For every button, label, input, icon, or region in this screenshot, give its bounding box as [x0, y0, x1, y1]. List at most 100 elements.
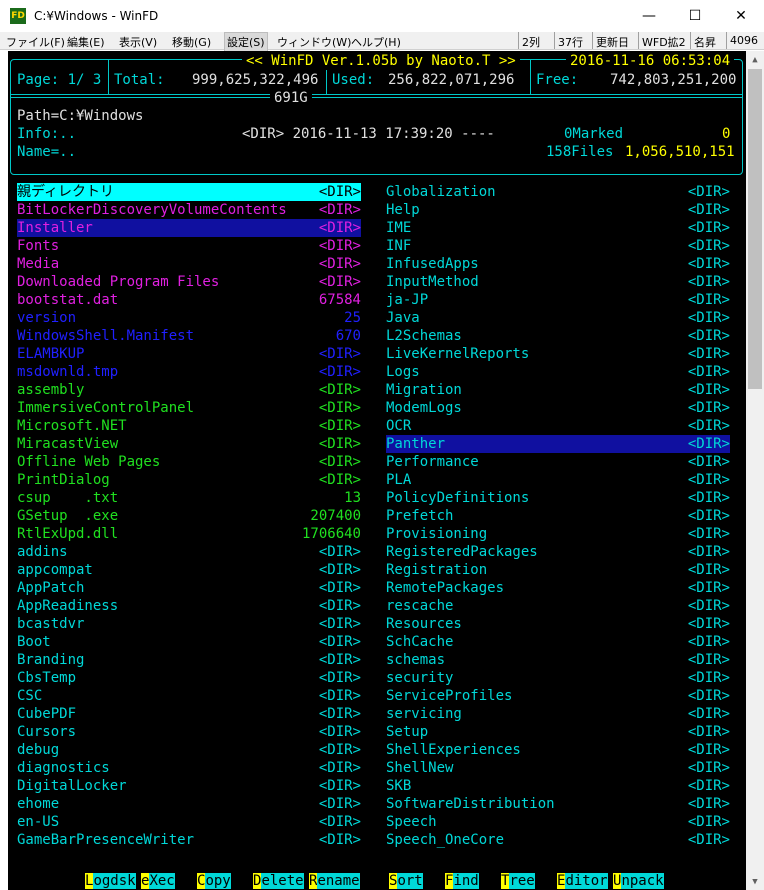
file-row[interactable]: rescache <DIR> — [386, 597, 730, 615]
file-row[interactable]: ShellNew <DIR> — [386, 759, 730, 777]
file-row[interactable]: servicing <DIR> — [386, 705, 730, 723]
function-key-logdsk[interactable]: Logdsk — [85, 872, 136, 890]
file-row[interactable]: appcompat <DIR> — [17, 561, 361, 579]
file-row[interactable]: IME <DIR> — [386, 219, 730, 237]
file-row[interactable]: AppReadiness <DIR> — [17, 597, 361, 615]
function-key-ex[interactable]: eXec — [141, 872, 175, 890]
file-row[interactable]: BitLockerDiscoveryVolumeContents <DIR> — [17, 201, 361, 219]
function-key-rename[interactable]: Rename — [309, 872, 360, 890]
file-row[interactable]: Installer <DIR> — [17, 219, 361, 237]
file-name: BitLockerDiscoveryVolumeContents — [17, 202, 287, 218]
maximize-button[interactable]: ☐ — [672, 0, 718, 32]
scroll-down-arrow-icon[interactable]: ▼ — [746, 873, 764, 890]
file-row[interactable]: ImmersiveControlPanel <DIR> — [17, 399, 361, 417]
scroll-up-arrow-icon[interactable]: ▲ — [746, 51, 764, 68]
file-row[interactable]: SKB <DIR> — [386, 777, 730, 795]
file-row[interactable]: MiracastView <DIR> — [17, 435, 361, 453]
file-row[interactable]: InputMethod <DIR> — [386, 273, 730, 291]
file-row[interactable]: Speech_OneCore <DIR> — [386, 831, 730, 849]
file-row[interactable]: bcastdvr <DIR> — [17, 615, 361, 633]
file-row[interactable]: INF <DIR> — [386, 237, 730, 255]
file-row[interactable]: GameBarPresenceWriter <DIR> — [17, 831, 361, 849]
file-row[interactable]: Branding <DIR> — [17, 651, 361, 669]
file-row[interactable]: CubePDF <DIR> — [17, 705, 361, 723]
file-row[interactable]: addins <DIR> — [17, 543, 361, 561]
file-row[interactable]: ehome <DIR> — [17, 795, 361, 813]
winfd-app-icon[interactable]: FD — [10, 8, 26, 24]
vertical-scrollbar[interactable]: ▲ ▼ — [746, 51, 764, 890]
file-row[interactable]: 親ディレクトリ <DIR> — [17, 183, 361, 201]
file-row[interactable]: Downloaded Program Files <DIR> — [17, 273, 361, 291]
file-row[interactable]: PLA <DIR> — [386, 471, 730, 489]
file-row[interactable]: Speech <DIR> — [386, 813, 730, 831]
file-row[interactable]: GSetup .exe 207400 — [17, 507, 361, 525]
file-row[interactable]: Prefetch <DIR> — [386, 507, 730, 525]
function-key-tree[interactable]: Tree — [501, 872, 535, 890]
file-row[interactable]: Offline Web Pages <DIR> — [17, 453, 361, 471]
file-row[interactable]: L2Schemas <DIR> — [386, 327, 730, 345]
file-row[interactable]: Panther <DIR> — [386, 435, 730, 453]
file-row[interactable]: Cursors <DIR> — [17, 723, 361, 741]
file-row[interactable]: LiveKernelReports <DIR> — [386, 345, 730, 363]
file-row[interactable]: CSC <DIR> — [17, 687, 361, 705]
file-row[interactable]: PolicyDefinitions <DIR> — [386, 489, 730, 507]
menu-window[interactable]: ウィンドウ(W) — [277, 34, 351, 50]
file-row[interactable]: Setup <DIR> — [386, 723, 730, 741]
file-row[interactable]: AppPatch <DIR> — [17, 579, 361, 597]
function-key-unpack[interactable]: Unpack — [613, 872, 664, 890]
file-row[interactable]: RemotePackages <DIR> — [386, 579, 730, 597]
file-row[interactable]: Provisioning <DIR> — [386, 525, 730, 543]
file-row[interactable]: assembly <DIR> — [17, 381, 361, 399]
file-row[interactable]: security <DIR> — [386, 669, 730, 687]
file-row[interactable]: ELAMBKUP <DIR> — [17, 345, 361, 363]
file-row[interactable]: Globalization <DIR> — [386, 183, 730, 201]
file-row[interactable]: DigitalLocker <DIR> — [17, 777, 361, 795]
menu-edit[interactable]: 編集(E) — [67, 34, 105, 50]
menu-help[interactable]: ヘルプ(H) — [351, 34, 401, 50]
file-row[interactable]: WindowsShell.Manifest 670 — [17, 327, 361, 345]
file-row[interactable]: Microsoft.NET <DIR> — [17, 417, 361, 435]
function-key-editor[interactable]: Editor — [557, 872, 608, 890]
file-row[interactable]: Resources <DIR> — [386, 615, 730, 633]
file-row[interactable]: en-US <DIR> — [17, 813, 361, 831]
function-key-find[interactable]: Find — [445, 872, 479, 890]
file-row[interactable]: Migration <DIR> — [386, 381, 730, 399]
file-row[interactable]: OCR <DIR> — [386, 417, 730, 435]
file-row[interactable]: RegisteredPackages <DIR> — [386, 543, 730, 561]
file-row[interactable]: diagnostics <DIR> — [17, 759, 361, 777]
file-row[interactable]: CbsTemp <DIR> — [17, 669, 361, 687]
file-row[interactable]: PrintDialog <DIR> — [17, 471, 361, 489]
file-row[interactable]: Performance <DIR> — [386, 453, 730, 471]
function-key-sort[interactable]: Sort — [389, 872, 423, 890]
menu-settings[interactable]: 設定(S) — [224, 32, 268, 52]
file-row[interactable]: csup .txt 13 — [17, 489, 361, 507]
function-key-delete[interactable]: Delete — [253, 872, 304, 890]
file-row[interactable]: ja-JP <DIR> — [386, 291, 730, 309]
menu-go[interactable]: 移動(G) — [172, 34, 211, 50]
file-row[interactable]: Registration <DIR> — [386, 561, 730, 579]
file-row[interactable]: Boot <DIR> — [17, 633, 361, 651]
file-row[interactable]: version 25 — [17, 309, 361, 327]
file-row[interactable]: InfusedApps <DIR> — [386, 255, 730, 273]
menu-file[interactable]: ファイル(F) — [6, 34, 65, 50]
file-row[interactable]: Java <DIR> — [386, 309, 730, 327]
file-row[interactable]: msdownld.tmp <DIR> — [17, 363, 361, 381]
file-row[interactable]: Help <DIR> — [386, 201, 730, 219]
file-row[interactable]: bootstat.dat 67584 — [17, 291, 361, 309]
file-row[interactable]: debug <DIR> — [17, 741, 361, 759]
file-row[interactable]: Logs <DIR> — [386, 363, 730, 381]
function-key-copy[interactable]: Copy — [197, 872, 231, 890]
menu-view[interactable]: 表示(V) — [119, 34, 157, 50]
file-row[interactable]: Media <DIR> — [17, 255, 361, 273]
file-row[interactable]: Fonts <DIR> — [17, 237, 361, 255]
scroll-thumb[interactable] — [748, 69, 762, 389]
file-row[interactable]: RtlExUpd.dll 1706640 — [17, 525, 361, 543]
file-row[interactable]: schemas <DIR> — [386, 651, 730, 669]
file-row[interactable]: SchCache <DIR> — [386, 633, 730, 651]
file-row[interactable]: SoftwareDistribution <DIR> — [386, 795, 730, 813]
close-button[interactable]: ✕ — [718, 0, 764, 32]
file-row[interactable]: ShellExperiences <DIR> — [386, 741, 730, 759]
minimize-button[interactable]: — — [626, 0, 672, 32]
file-row[interactable]: ModemLogs <DIR> — [386, 399, 730, 417]
file-row[interactable]: ServiceProfiles <DIR> — [386, 687, 730, 705]
